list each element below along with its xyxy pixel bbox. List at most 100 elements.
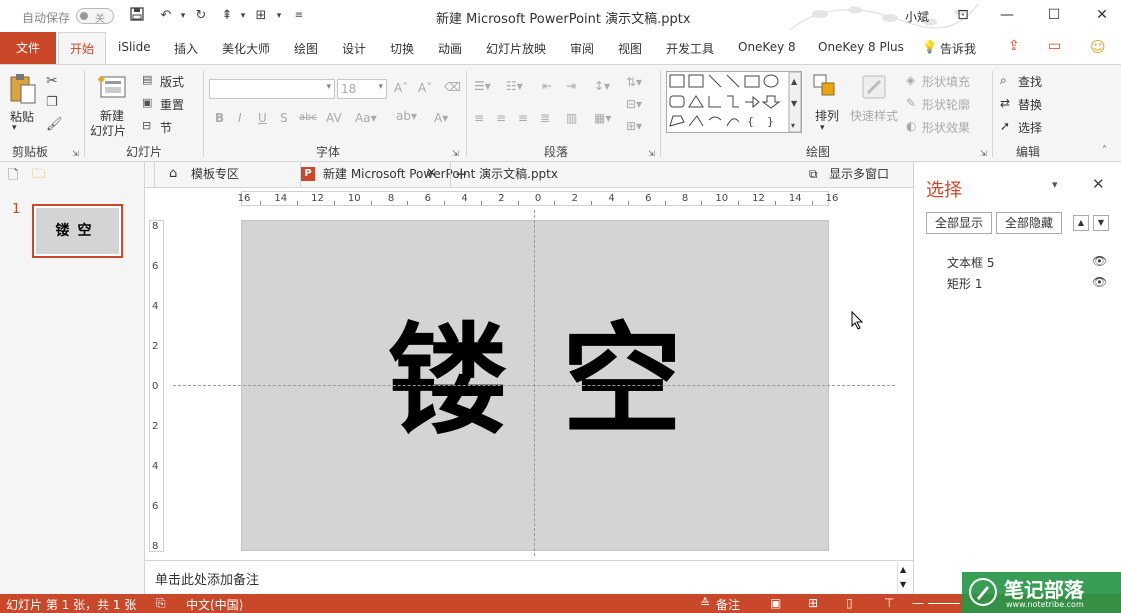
align-right-icon[interactable]: ≡ xyxy=(518,111,528,125)
tab-review[interactable]: 审阅 xyxy=(570,40,594,57)
tab-onekey8[interactable]: OneKey 8 xyxy=(738,40,796,54)
increase-indent-icon[interactable]: ⇥ xyxy=(566,79,576,93)
shape-fill-icon[interactable]: ◈ xyxy=(906,73,915,87)
undo-icon[interactable]: ↶ xyxy=(157,7,175,25)
slide-sorter-icon[interactable]: ⊞ xyxy=(808,596,818,610)
user-name[interactable]: 小斌 xyxy=(905,8,929,25)
shapes-dropdown-icon[interactable]: ▾ xyxy=(270,7,288,25)
tab-insert[interactable]: 插入 xyxy=(174,40,198,57)
underline-icon[interactable]: U xyxy=(258,111,267,125)
bold-icon[interactable]: B xyxy=(215,111,224,125)
tab-design[interactable]: 设计 xyxy=(342,40,366,57)
italic-icon[interactable]: I xyxy=(238,111,242,125)
minimize-icon[interactable]: — xyxy=(995,4,1019,26)
drawing-launcher-icon[interactable]: ⇲ xyxy=(980,149,987,158)
bullets-icon[interactable]: ☰▾ xyxy=(474,79,491,93)
smiley-icon[interactable]: ☺ xyxy=(1090,38,1106,56)
notes-placeholder[interactable]: 单击此处添加备注 xyxy=(155,569,259,588)
visibility-eye-icon[interactable]: 👁 xyxy=(1092,254,1107,268)
ribbon-display-icon[interactable]: ⊡ xyxy=(951,4,975,26)
tab-onekey8plus[interactable]: OneKey 8 Plus xyxy=(818,40,904,54)
horizontal-guide[interactable] xyxy=(173,385,895,386)
cut-icon[interactable]: ✂ xyxy=(46,73,58,89)
copy-icon[interactable]: ❐ xyxy=(46,95,58,110)
char-spacing-icon[interactable]: AV xyxy=(326,111,342,125)
arrange-icon[interactable] xyxy=(812,73,838,99)
zoom-out-icon[interactable]: — xyxy=(912,596,924,610)
tab-transitions[interactable]: 切换 xyxy=(390,40,414,57)
scroll-up-icon[interactable]: ▲ xyxy=(900,565,906,574)
format-painter-icon[interactable]: 🖌 xyxy=(46,117,63,132)
close-tab-icon[interactable]: ✕ xyxy=(426,162,437,188)
slideshow-icon[interactable]: ⊤ xyxy=(884,596,894,610)
shape-outline-button[interactable]: 形状轮廓 xyxy=(922,96,970,113)
multi-window-icon[interactable]: ⧉ xyxy=(809,162,818,188)
vertical-guide[interactable] xyxy=(534,210,535,556)
multi-window-button[interactable]: 显示多窗口 xyxy=(829,162,889,188)
normal-view-icon[interactable]: ▣ xyxy=(770,596,781,610)
tab-view[interactable]: 视图 xyxy=(618,40,642,57)
slide-editor[interactable]: 16 14 12 10 8 6 4 2 0 2 4 6 8 10 12 14 16 8 6 4 2 0 2 4 6 8 镂 空 xyxy=(145,188,913,560)
tab-file[interactable]: 文件 xyxy=(0,32,56,64)
maximize-icon[interactable]: ☐ xyxy=(1042,4,1066,26)
align-left-icon[interactable]: ≡ xyxy=(474,111,484,125)
smartart-icon[interactable]: ⊞▾ xyxy=(626,119,642,133)
scroll-down-icon[interactable]: ▼ xyxy=(900,580,906,589)
new-file-icon[interactable]: 🗋 xyxy=(8,166,18,188)
reset-button[interactable]: 重置 xyxy=(160,96,184,113)
section-button[interactable]: 节 xyxy=(160,119,172,136)
zoom-slider[interactable] xyxy=(928,603,960,604)
pane-close-icon[interactable]: ✕ xyxy=(1092,175,1105,193)
align-text-icon[interactable]: ⊟▾ xyxy=(626,97,642,111)
tab-animations[interactable]: 动画 xyxy=(438,40,462,57)
language-indicator[interactable]: 中文(中国) xyxy=(186,596,243,613)
replace-icon[interactable]: ⇄ xyxy=(1000,96,1010,110)
notes-toggle-button[interactable]: 备注 xyxy=(716,596,740,613)
comment-icon[interactable]: ▭ xyxy=(1048,38,1061,54)
horizontal-ruler[interactable]: 16 14 12 10 8 6 4 2 0 2 4 6 8 10 12 14 16 xyxy=(238,191,838,206)
paragraph-launcher-icon[interactable]: ⇲ xyxy=(648,149,655,158)
font-color-icon[interactable]: A▾ xyxy=(434,111,448,125)
shape-effect-icon[interactable]: ◐ xyxy=(906,119,916,133)
slide-thumbnail[interactable]: 镂空 xyxy=(32,204,123,258)
paste-icon[interactable] xyxy=(8,73,38,107)
spellcheck-icon[interactable]: ⎘ xyxy=(156,596,166,611)
collapse-ribbon-icon[interactable]: ˄ xyxy=(1102,145,1107,156)
new-slide-icon[interactable]: ✸ xyxy=(96,73,128,103)
close-icon[interactable]: ✕ xyxy=(1090,4,1114,26)
shape-effect-button[interactable]: 形状效果 xyxy=(922,119,970,136)
tab-draw[interactable]: 绘图 xyxy=(294,40,318,57)
quick-styles-button[interactable]: 快速样式 xyxy=(850,107,898,124)
hide-all-button[interactable]: 全部隐藏 xyxy=(996,212,1062,234)
folder-icon[interactable]: 🗀 xyxy=(32,165,45,187)
find-button[interactable]: 查找 xyxy=(1018,73,1042,90)
distribute-icon[interactable]: ▦▾ xyxy=(594,111,611,125)
paste-dropdown-icon[interactable]: ▾ xyxy=(12,123,17,133)
new-slide-label-2[interactable]: 幻灯片 xyxy=(90,122,126,139)
justify-icon[interactable]: ≣ xyxy=(540,111,550,125)
layout-icon[interactable]: ▤ xyxy=(142,73,152,86)
shapes-qa-icon[interactable]: ⊞ xyxy=(252,7,270,25)
select-icon[interactable]: ➚ xyxy=(1000,119,1010,133)
change-case-icon[interactable]: Aa▾ xyxy=(355,111,377,125)
clipboard-launcher-icon[interactable]: ⇲ xyxy=(72,149,79,158)
layout-button[interactable]: 版式 xyxy=(160,73,184,90)
vertical-ruler[interactable]: 8 6 4 2 0 2 4 6 8 xyxy=(149,220,164,552)
grow-font-icon[interactable]: A˄ xyxy=(394,81,408,95)
reset-icon[interactable]: ▣ xyxy=(142,96,152,109)
quick-styles-icon[interactable] xyxy=(860,73,888,101)
arrange-button[interactable]: 排列 xyxy=(815,107,839,124)
shape-fill-button[interactable]: 形状填充 xyxy=(922,73,970,90)
tab-template-area[interactable]: ⌂ 模板专区 xyxy=(157,162,301,188)
selection-item-textbox[interactable]: 文本框 5 xyxy=(947,254,994,271)
replace-button[interactable]: 替换 xyxy=(1018,96,1042,113)
shadow-icon[interactable]: S xyxy=(280,111,288,125)
notes-pane[interactable]: 单击此处添加备注 ▲ ▼ xyxy=(145,560,913,594)
save-icon[interactable] xyxy=(128,7,146,25)
section-icon[interactable]: ⊟ xyxy=(142,119,151,132)
decrease-indent-icon[interactable]: ⇤ xyxy=(542,79,552,93)
find-icon[interactable]: ⌕ xyxy=(1000,73,1007,88)
line-spacing-icon[interactable]: ↕▾ xyxy=(594,79,610,93)
tab-slideshow[interactable]: 幻灯片放映 xyxy=(486,40,546,57)
align-center-icon[interactable]: ≡ xyxy=(496,111,506,125)
